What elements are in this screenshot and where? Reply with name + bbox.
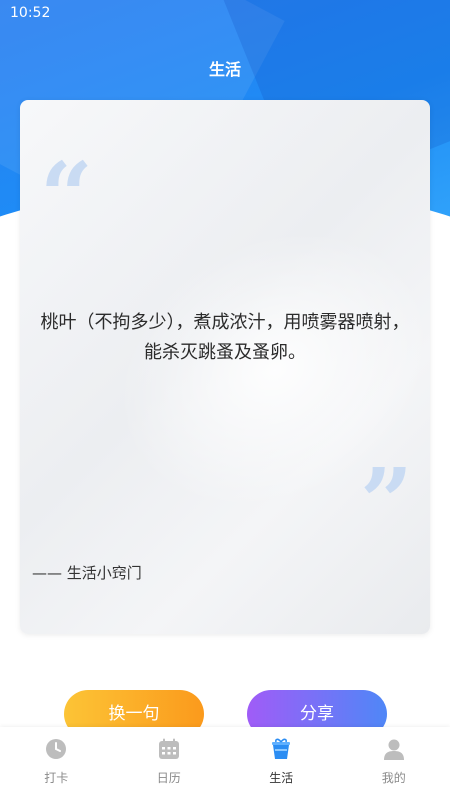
tab-label: 生活 bbox=[269, 771, 294, 785]
status-time: 10:52 bbox=[10, 5, 51, 21]
gift-cup-icon bbox=[272, 738, 291, 759]
tab-checkin[interactable]: 打卡 bbox=[0, 727, 113, 800]
bottom-tab-bar: 打卡 日历 生活 我的 bbox=[0, 727, 450, 800]
tab-label: 我的 bbox=[381, 771, 406, 785]
tab-label: 打卡 bbox=[44, 771, 69, 785]
page-title: 生活 bbox=[208, 60, 241, 79]
tab-calendar[interactable]: 日历 bbox=[113, 727, 226, 800]
status-bar: 10:52 bbox=[0, 0, 450, 26]
tab-label: 日历 bbox=[156, 771, 181, 785]
user-icon bbox=[383, 739, 404, 760]
calendar-icon bbox=[158, 738, 179, 759]
open-quote-icon: “ bbox=[40, 142, 93, 250]
quote-card: “ 桃叶（不拘多少），煮成浓汁，用喷雾器喷射，能杀灭跳蚤及蚤卵。 ” —— 生活… bbox=[20, 100, 430, 634]
close-quote-icon: ” bbox=[360, 448, 413, 556]
quote-source: —— 生活小窍门 bbox=[32, 564, 142, 582]
tab-mine[interactable]: 我的 bbox=[338, 727, 450, 800]
clock-icon bbox=[46, 739, 67, 759]
tab-life[interactable]: 生活 bbox=[225, 727, 338, 800]
quote-text: 桃叶（不拘多少），煮成浓汁，用喷雾器喷射，能杀灭跳蚤及蚤卵。 bbox=[40, 312, 410, 363]
